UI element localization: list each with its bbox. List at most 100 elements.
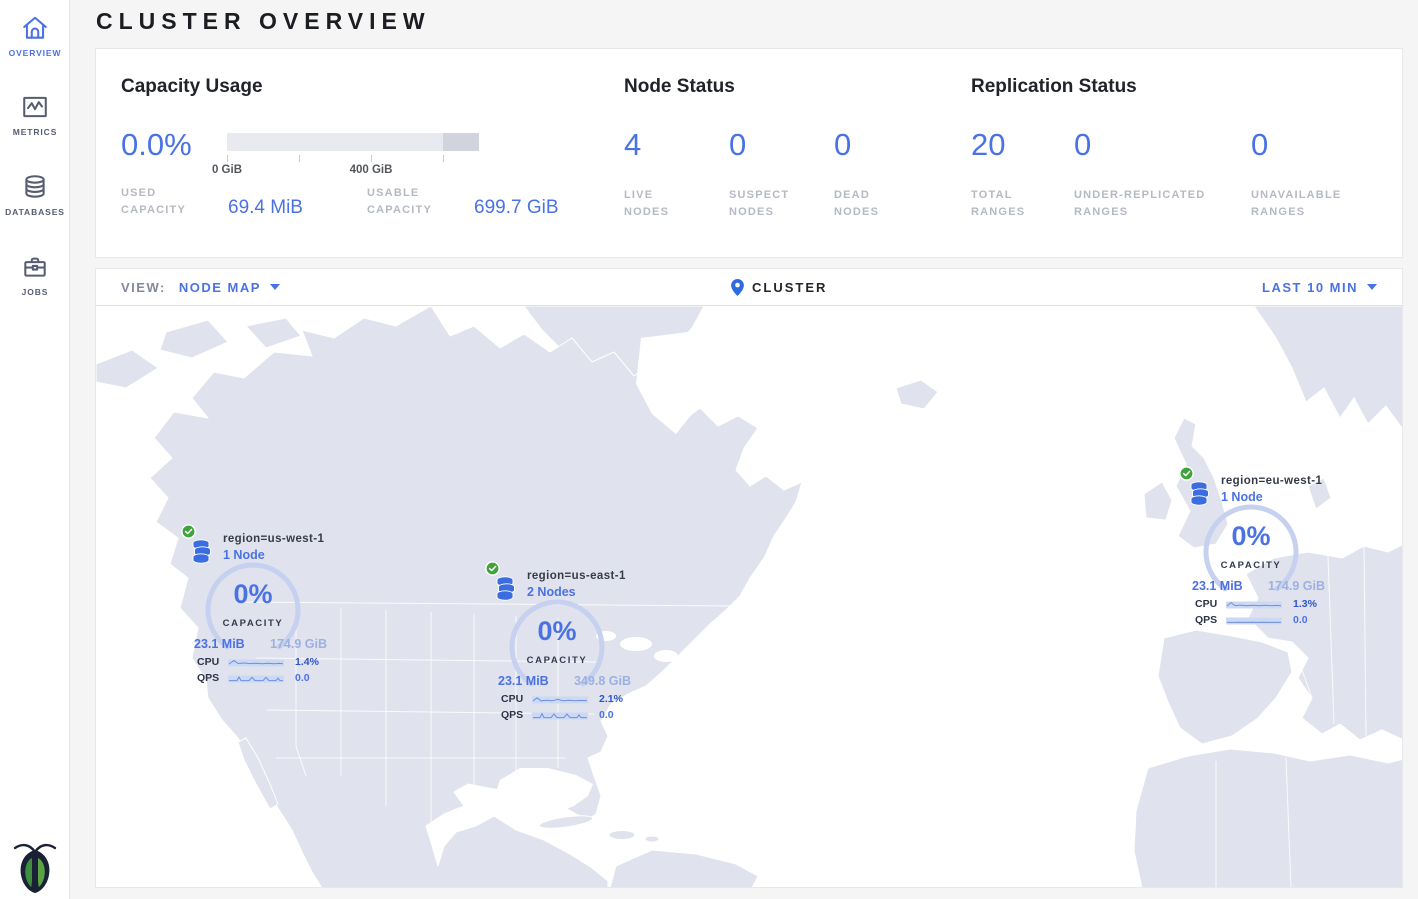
capacity-tick [299, 155, 300, 162]
dead-nodes-label: DEAD NODES [834, 187, 912, 221]
metrics-chart-icon [21, 93, 49, 121]
sidebar: OVERVIEW METRICS DATABASES [0, 0, 70, 899]
region-used-capacity: 23.1 MiB [1192, 579, 1243, 593]
cluster-summary-card: Capacity Usage 0.0% 0 GiB 400 GiB USED C… [95, 48, 1403, 258]
view-selector[interactable]: VIEW: NODE MAP [96, 280, 280, 295]
suspect-nodes-value: 0 [729, 129, 834, 161]
gauge-percent: 0% [1177, 521, 1325, 552]
under-replicated-ranges-stat: 0 UNDER-REPLICATED RANGES [1074, 129, 1251, 221]
capacity-tick [227, 155, 228, 162]
sidebar-item-label: JOBS [0, 287, 70, 297]
region-header: region=eu-west-1 1 Node [1177, 466, 1343, 506]
cpu-label: CPU [1195, 598, 1226, 610]
unavailable-ranges-value: 0 [1251, 129, 1391, 161]
qps-sparkline [1226, 616, 1282, 625]
view-label: VIEW: [121, 280, 166, 295]
sidebar-item-databases[interactable]: DATABASES [0, 173, 70, 217]
region-header: region=us-east-1 2 Nodes [483, 561, 649, 601]
chevron-down-icon [270, 284, 280, 290]
time-range-value: LAST 10 MIN [1262, 280, 1358, 295]
database-icon [21, 173, 49, 201]
breadcrumb[interactable]: CLUSTER [731, 279, 827, 296]
cpu-row: CPU 1.3% [1195, 598, 1317, 610]
capacity-bar-track [227, 133, 479, 151]
qps-sparkline [532, 711, 588, 720]
gauge-percent: 0% [483, 616, 631, 647]
cpu-sparkline [1226, 600, 1282, 609]
healthy-check-icon [181, 524, 196, 539]
cpu-value: 2.1% [599, 693, 623, 705]
replication-status-title: Replication Status [971, 76, 1402, 98]
region-name: region=us-west-1 [223, 533, 324, 545]
qps-value: 0.0 [599, 709, 614, 721]
live-nodes-stat: 4 LIVE NODES [624, 129, 729, 221]
qps-value: 0.0 [1293, 614, 1308, 626]
region-used-capacity: 23.1 MiB [194, 637, 245, 651]
region-marker-us-west-1[interactable]: region=us-west-1 1 Node 0% CAPACITY 23.1… [179, 524, 345, 690]
chevron-down-icon [1367, 284, 1377, 290]
suspect-nodes-label: SUSPECT NODES [729, 187, 807, 221]
location-pin-icon [731, 279, 744, 296]
live-nodes-value: 4 [624, 129, 729, 161]
capacity-tick-label: 400 GiB [341, 164, 401, 176]
node-status-title: Node Status [624, 76, 971, 98]
cpu-row: CPU 2.1% [501, 693, 623, 705]
healthy-check-icon [485, 561, 500, 576]
view-value: NODE MAP [179, 280, 261, 295]
gauge-capacity-label: CAPACITY [179, 618, 327, 629]
qps-sparkline [228, 674, 284, 683]
cpu-value: 1.4% [295, 656, 319, 668]
unavailable-ranges-label: UNAVAILABLE RANGES [1251, 187, 1361, 221]
cockroachdb-logo[interactable] [13, 837, 57, 893]
gauge-percent: 0% [179, 579, 327, 610]
capacity-bar-reserved-segment [443, 133, 479, 151]
capacity-percent: 0.0% [121, 129, 227, 161]
region-name: region=eu-west-1 [1221, 475, 1322, 487]
sidebar-item-jobs[interactable]: JOBS [0, 253, 70, 297]
capacity-usage-section: Capacity Usage 0.0% 0 GiB 400 GiB USED C… [96, 49, 624, 257]
healthy-check-icon [1179, 466, 1194, 481]
cpu-row: CPU 1.4% [197, 656, 319, 668]
qps-label: QPS [501, 709, 532, 721]
breadcrumb-cluster: CLUSTER [752, 280, 827, 295]
qps-row: QPS 0.0 [501, 709, 614, 721]
total-ranges-stat: 20 TOTAL RANGES [971, 129, 1074, 221]
used-capacity-label: USED CAPACITY [121, 185, 228, 219]
cpu-label: CPU [197, 656, 228, 668]
capacity-bar: 0 GiB 400 GiB [227, 133, 479, 161]
cpu-value: 1.3% [1293, 598, 1317, 610]
cpu-sparkline [532, 695, 588, 704]
time-range-selector[interactable]: LAST 10 MIN [1262, 280, 1402, 295]
used-capacity-value: 69.4 MiB [228, 197, 367, 219]
region-marker-us-east-1[interactable]: region=us-east-1 2 Nodes 0% CAPACITY 23.… [483, 561, 649, 727]
gauge-capacity-label: CAPACITY [483, 655, 631, 666]
page-title: CLUSTER OVERVIEW [96, 8, 431, 35]
capacity-tick [443, 155, 444, 162]
dead-nodes-stat: 0 DEAD NODES [834, 129, 939, 221]
sidebar-item-label: DATABASES [0, 207, 70, 217]
sidebar-item-metrics[interactable]: METRICS [0, 93, 70, 137]
unavailable-ranges-stat: 0 UNAVAILABLE RANGES [1251, 129, 1391, 221]
node-status-section: Node Status 4 LIVE NODES 0 SUSPECT NODES… [624, 49, 971, 257]
under-replicated-ranges-value: 0 [1074, 129, 1251, 161]
region-total-capacity: 174.9 GiB [1268, 579, 1325, 593]
usable-capacity-value: 699.7 GiB [474, 197, 613, 219]
total-ranges-value: 20 [971, 129, 1074, 161]
suspect-nodes-stat: 0 SUSPECT NODES [729, 129, 834, 221]
usable-capacity-label: USABLE CAPACITY [367, 185, 474, 219]
cpu-sparkline [228, 658, 284, 667]
sidebar-item-label: METRICS [0, 127, 70, 137]
sidebar-item-overview[interactable]: OVERVIEW [0, 14, 70, 58]
region-marker-eu-west-1[interactable]: region=eu-west-1 1 Node 0% CAPACITY 23.1… [1177, 466, 1343, 632]
sidebar-item-label: OVERVIEW [0, 48, 70, 58]
briefcase-icon [21, 253, 49, 281]
region-used-capacity: 23.1 MiB [498, 674, 549, 688]
gauge-capacity-label: CAPACITY [1177, 560, 1325, 571]
cpu-label: CPU [501, 693, 532, 705]
replication-status-section: Replication Status 20 TOTAL RANGES 0 UND… [971, 49, 1402, 257]
dead-nodes-value: 0 [834, 129, 939, 161]
region-header: region=us-west-1 1 Node [179, 524, 345, 564]
qps-row: QPS 0.0 [197, 672, 310, 684]
capacity-values: 23.1 MiB 349.8 GiB [498, 674, 631, 688]
region-name: region=us-east-1 [527, 570, 626, 582]
